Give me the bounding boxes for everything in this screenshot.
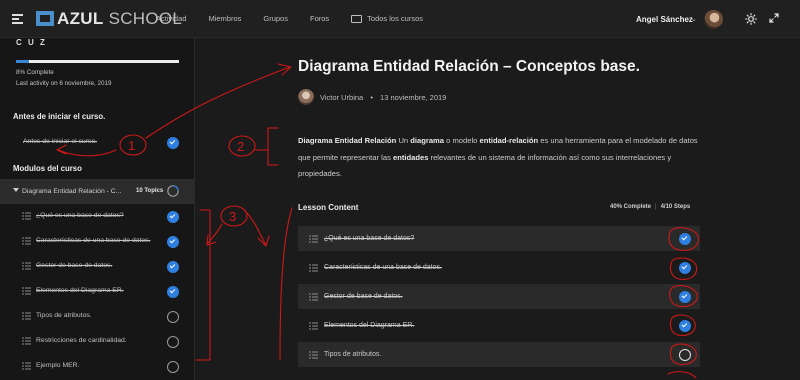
lesson-label: Gestor de base de datos.: [324, 293, 403, 300]
lesson-row[interactable]: Tipos de atributos.: [298, 342, 700, 367]
incomplete-circle-icon: [167, 311, 179, 323]
course-sidebar: C U Z 8% Complete Last activity on 6 nov…: [0, 38, 195, 380]
sidebar-topic-item[interactable]: Restricciones de cardinalidad.: [0, 329, 194, 354]
check-icon: [167, 211, 179, 223]
lesson-icon: [309, 293, 318, 301]
page-title: Diagrama Entidad Relación – Conceptos ba…: [298, 58, 640, 75]
sidebar-topic-item[interactable]: Elementos del Diagrama ER.: [0, 279, 194, 304]
module-topics-count: 10 Topics: [136, 188, 164, 194]
steps-count: 4/10 Steps: [660, 204, 691, 210]
avatar[interactable]: [704, 10, 723, 29]
nav-todos-los-cursos[interactable]: Todos los cursos: [351, 14, 423, 23]
lesson-icon: [22, 237, 31, 245]
author-name[interactable]: Victor Urbina: [320, 93, 363, 102]
incomplete-circle-icon: [679, 349, 691, 361]
sidebar-topic-label: Características de una base de datos.: [36, 237, 151, 244]
check-icon: [167, 236, 179, 248]
caret-down-icon: [13, 188, 19, 192]
lesson-label: Tipos de atributos.: [324, 351, 382, 358]
module-row[interactable]: Diagrama Entidad Relación - C... 10 Topi…: [0, 179, 194, 204]
lesson-content-heading: Lesson Content: [298, 203, 359, 212]
check-icon: [167, 137, 179, 149]
fullscreen-icon[interactable]: [769, 13, 779, 23]
check-icon: [167, 261, 179, 273]
check-icon: [679, 262, 691, 274]
section-title-modulos: Modulos del curso: [13, 164, 82, 173]
lesson-main: Diagrama Entidad Relación – Conceptos ba…: [196, 38, 800, 380]
top-bar: AZUL SCHOOL Actividad Miembros Grupos Fo…: [0, 0, 800, 38]
section-title-antes: Antes de iniciar el curso.: [13, 112, 106, 121]
course-progress-bar: [16, 60, 179, 63]
sidebar-topic-item[interactable]: Características de una base de datos.: [0, 229, 194, 254]
post-date: 13 noviembre, 2019: [380, 93, 447, 102]
lesson-icon: [309, 322, 318, 330]
progress-fill: [16, 60, 30, 63]
logo-icon: [36, 11, 54, 26]
meta-separator: •: [370, 93, 373, 102]
check-icon: [679, 233, 691, 245]
lesson-icon: [22, 212, 31, 220]
lesson-icon: [309, 264, 318, 272]
post-meta: Victor Urbina • 13 noviembre, 2019: [320, 93, 446, 102]
sidebar-topic-item[interactable]: Gestor de base de datos.: [0, 254, 194, 279]
sidebar-topic-label: Tipos de atributos.: [36, 312, 92, 319]
nav-foros[interactable]: Foros: [310, 14, 329, 23]
nav-actividad[interactable]: Actividad: [156, 14, 186, 23]
sidebar-topic-item[interactable]: Ejemplo MER.: [0, 354, 194, 379]
sidebar-topic-label: ¿Qué es una base de datos?: [36, 212, 124, 219]
lesson-row[interactable]: Elementos del Diagrama ER.: [298, 313, 700, 338]
nav-todos-los-cursos-label: Todos los cursos: [367, 14, 424, 23]
main-nav: Actividad Miembros Grupos Foros Todos lo…: [156, 14, 445, 23]
user-name[interactable]: Angel Sánchez: [636, 15, 693, 24]
lesson-progress-summary: 40% Complete | 4/10 Steps: [610, 204, 691, 210]
partial-progress-icon: [167, 185, 179, 197]
menu-icon[interactable]: [12, 14, 23, 24]
sidebar-topic-label: Elementos del Diagrama ER.: [36, 287, 124, 294]
check-icon: [679, 320, 691, 332]
lesson-icon: [309, 351, 318, 359]
incomplete-circle-icon: [167, 336, 179, 348]
sun-icon[interactable]: [745, 13, 757, 25]
author-avatar[interactable]: [298, 89, 314, 105]
incomplete-circle-icon: [167, 361, 179, 373]
lesson-icon: [22, 312, 31, 320]
last-activity: Last activity on 6 noviembre, 2019: [16, 80, 112, 87]
complete-percent: 40% Complete: [610, 204, 652, 210]
nav-miembros[interactable]: Miembros: [208, 14, 241, 23]
lesson-row[interactable]: ¿Qué es una base de datos?: [298, 226, 700, 251]
lesson-icon: [22, 362, 31, 370]
lesson-description: Diagrama Entidad Relación Un diagrama o …: [298, 136, 698, 178]
lesson-label: Elementos del Diagrama ER.: [324, 322, 415, 329]
sidebar-topic-label: Gestor de base de datos.: [36, 262, 113, 269]
sidebar-item-label: Antes de iniciar el curso.: [23, 138, 98, 145]
sidebar-course-title: C U Z: [16, 38, 47, 47]
lesson-icon: [22, 287, 31, 295]
check-icon: [679, 291, 691, 303]
sidebar-topic-label: Restricciones de cardinalidad.: [36, 337, 127, 344]
sidebar-topic-label: Ejemplo MER.: [36, 362, 80, 369]
sidebar-item-antes[interactable]: Antes de iniciar el curso.: [0, 130, 194, 155]
nav-grupos[interactable]: Grupos: [263, 14, 288, 23]
lesson-icon: [22, 337, 31, 345]
lesson-icon: [22, 262, 31, 270]
course-icon: [351, 14, 363, 23]
sidebar-topic-item[interactable]: ¿Qué es una base de datos?: [0, 204, 194, 229]
chevron-down-icon[interactable]: ⌄: [691, 15, 697, 23]
progress-text: 8% Complete: [16, 69, 54, 76]
lesson-row[interactable]: Características de una base de datos.: [298, 255, 700, 280]
check-icon: [167, 286, 179, 298]
lesson-label: ¿Qué es una base de datos?: [324, 235, 415, 242]
lesson-label: Características de una base de datos.: [324, 264, 442, 271]
lesson-icon: [309, 235, 318, 243]
lesson-row[interactable]: Gestor de base de datos.: [298, 284, 700, 309]
module-label: Diagrama Entidad Relación - C...: [22, 188, 122, 195]
sidebar-topic-item[interactable]: Tipos de atributos.: [0, 304, 194, 329]
